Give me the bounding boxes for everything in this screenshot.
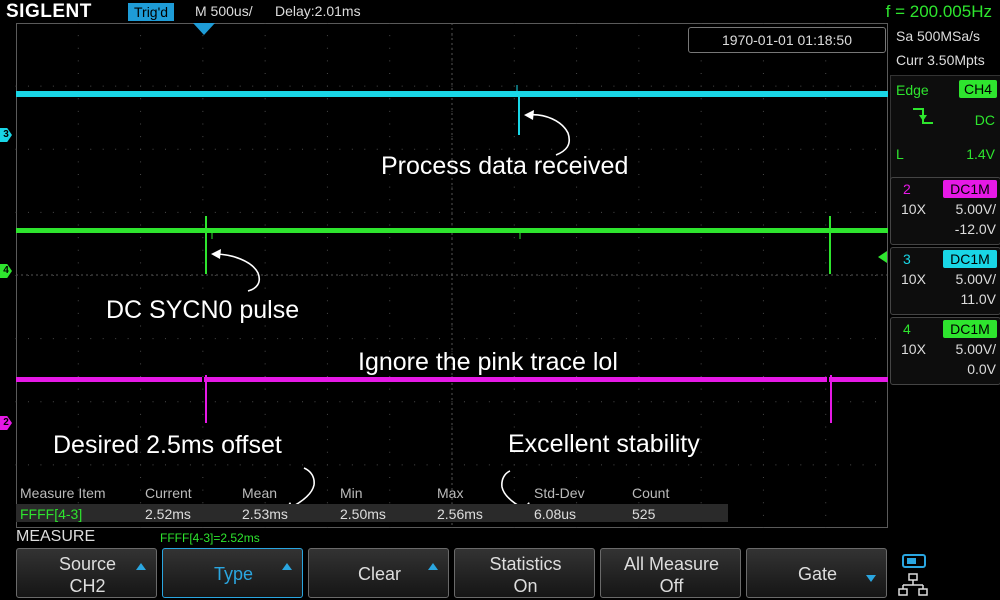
- ch2-number: 2: [903, 181, 911, 197]
- ch3-scale: 5.00V/: [955, 271, 996, 287]
- ch4-offset: 0.0V: [967, 361, 996, 377]
- source-softkey[interactable]: Source CH2: [16, 548, 157, 598]
- softkey-label: All Measure: [623, 554, 720, 574]
- ch2-scale: 5.00V/: [955, 201, 996, 217]
- all-measure-softkey[interactable]: All Measure Off: [600, 548, 741, 598]
- ch3-info-box[interactable]: 3 DC1M 10X 5.00V/ 11.0V: [890, 247, 1000, 315]
- delay-readout: Delay:2.01ms: [275, 3, 361, 19]
- softkey-value: Off: [659, 576, 684, 596]
- std-dev-value: 6.08us: [534, 506, 577, 522]
- ch3-coupling-badge: DC1M: [943, 250, 997, 268]
- ch3-probe: 10X: [901, 271, 926, 287]
- ch2-coupling-badge: DC1M: [943, 180, 997, 198]
- measure-item-value: FFFF[4-3]: [20, 506, 83, 522]
- trigger-position-marker[interactable]: [193, 23, 215, 37]
- annotation-offset: Desired 2.5ms offset: [53, 431, 282, 459]
- measure-formula: FFFF[4-3]=2.52ms: [160, 531, 260, 545]
- top-status-bar: SIGLENT Trig'd M 500us/ Delay:2.01ms f =…: [0, 0, 1000, 23]
- trigger-status-badge: Trig'd: [128, 3, 175, 21]
- ch2-offset: -12.0V: [954, 221, 996, 237]
- measure-statistics-table: Measure Item Current Mean Min Max Std-De…: [16, 482, 728, 522]
- type-softkey[interactable]: Type: [162, 548, 303, 598]
- ch3-offset: 11.0V: [960, 291, 996, 307]
- sample-rate: Sa 500MSa/s: [896, 28, 981, 44]
- falling-edge-icon: [913, 108, 933, 124]
- softkey-value: On: [513, 576, 538, 596]
- header-mean: Mean: [242, 485, 278, 501]
- up-arrow-icon: [282, 563, 292, 570]
- up-arrow-icon: [428, 563, 438, 570]
- trigger-level-value: 1.4V: [966, 146, 995, 162]
- header-count: Count: [632, 485, 670, 501]
- count-value: 525: [632, 506, 656, 522]
- annotation-process-data: Process data received: [381, 152, 629, 180]
- ch2-probe: 10X: [901, 201, 926, 217]
- header-measure-item: Measure Item: [20, 485, 106, 501]
- ch4-scale: 5.00V/: [955, 341, 996, 357]
- statistics-softkey[interactable]: Statistics On: [454, 548, 595, 598]
- softkey-value: CH2: [69, 576, 106, 596]
- header-min: Min: [340, 485, 363, 501]
- softkey-label: Statistics: [489, 554, 562, 574]
- annotation-stability: Excellent stability: [508, 430, 700, 458]
- header-current: Current: [145, 485, 192, 501]
- up-arrow-icon: [136, 563, 146, 570]
- status-icons: [898, 554, 928, 596]
- frequency-readout: f = 200.005Hz: [885, 2, 992, 21]
- trigger-type: Edge: [896, 82, 929, 98]
- usb-storage-icon: [902, 554, 926, 568]
- ch2-info-box[interactable]: 2 DC1M 10X 5.00V/ -12.0V: [890, 177, 1000, 245]
- annotation-pink-trace: Ignore the pink trace lol: [358, 348, 618, 376]
- ch4-coupling-badge: DC1M: [943, 320, 997, 338]
- header-std-dev: Std-Dev: [534, 485, 585, 501]
- trigger-level-label: L: [896, 146, 904, 162]
- menu-title: MEASURE: [16, 528, 96, 545]
- annotation-dc-sync: DC SYCN0 pulse: [106, 296, 300, 324]
- ch4-info-box[interactable]: 4 DC1M 10X 5.00V/ 0.0V: [890, 317, 1000, 385]
- ch4-number: 4: [903, 321, 911, 337]
- timebase-readout: M 500us/: [195, 3, 253, 19]
- gate-softkey[interactable]: Gate: [746, 548, 887, 598]
- memory-depth: Curr 3.50Mpts: [896, 52, 985, 68]
- min-value: 2.50ms: [340, 506, 386, 522]
- mean-value: 2.53ms: [242, 506, 288, 522]
- ch3-number: 3: [903, 251, 911, 267]
- current-value: 2.52ms: [145, 506, 191, 522]
- timestamp-display: 1970-01-01 01:18:50: [688, 27, 886, 53]
- side-panel: Sa 500MSa/s Curr 3.50Mpts Edge CH4 DC L …: [890, 23, 1000, 528]
- trigger-source-badge: CH4: [959, 80, 997, 98]
- clear-softkey[interactable]: Clear: [308, 548, 449, 598]
- max-value: 2.56ms: [437, 506, 483, 522]
- trigger-coupling: DC: [974, 112, 995, 128]
- header-max: Max: [437, 485, 464, 501]
- ch4-probe: 10X: [901, 341, 926, 357]
- down-arrow-icon: [866, 575, 876, 582]
- network-icon: [898, 573, 928, 596]
- brand-logo: SIGLENT: [6, 1, 92, 22]
